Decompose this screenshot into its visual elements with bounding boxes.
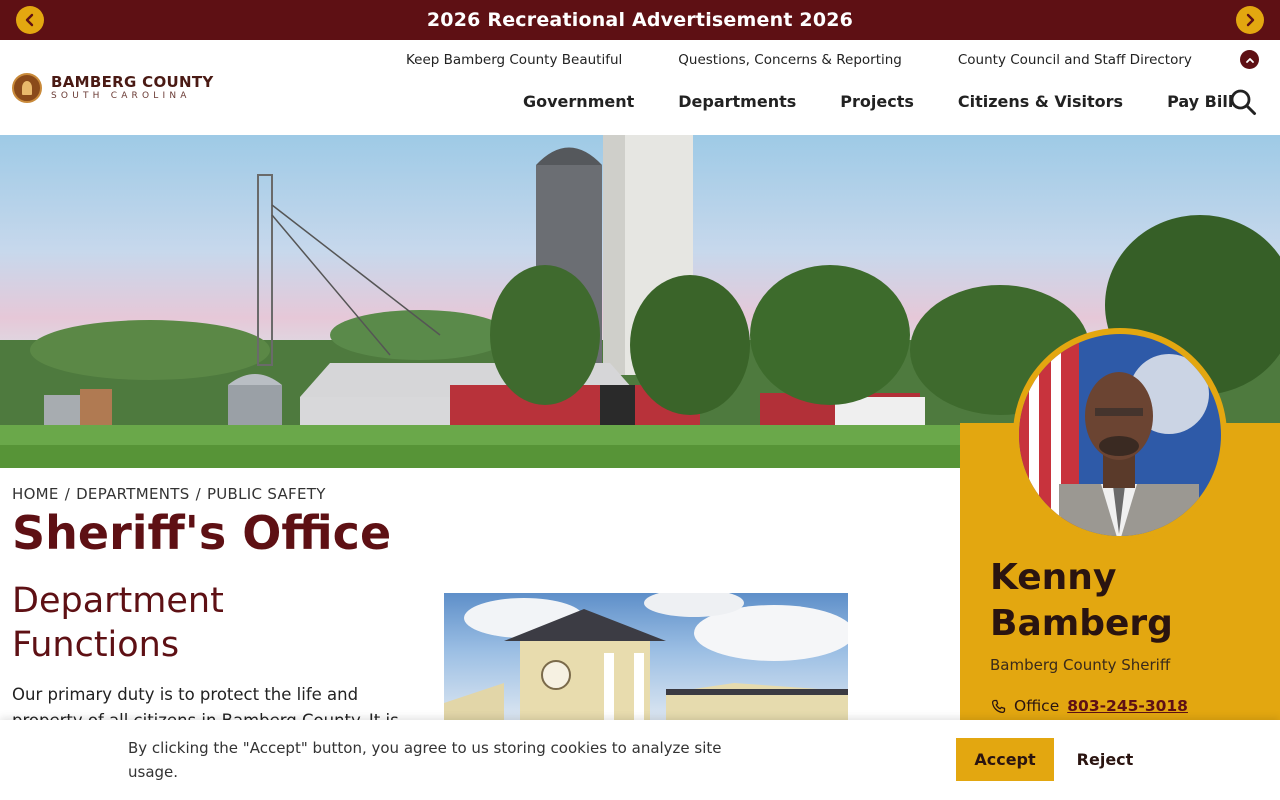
sheriff-portrait <box>1019 334 1221 536</box>
sheriff-role: Bamberg County Sheriff <box>990 656 1171 674</box>
reject-cookies-button[interactable]: Reject <box>1066 738 1144 781</box>
search-button[interactable] <box>1229 88 1257 116</box>
chevron-up-icon <box>1245 57 1254 63</box>
county-seal-icon <box>12 73 42 103</box>
phone-link[interactable]: 803-245-3018 <box>1067 697 1188 715</box>
utility-link-keep-beautiful[interactable]: Keep Bamberg County Beautiful <box>406 52 622 68</box>
cookie-text: By clicking the "Accept" button, you agr… <box>128 739 722 781</box>
section-heading: Department Functions <box>12 581 224 665</box>
alert-bar: 2026 Recreational Advertisement 2026 <box>0 0 1280 40</box>
chevron-left-icon <box>25 13 34 27</box>
breadcrumb-home[interactable]: HOME <box>12 485 59 503</box>
main-nav: Government Departments Projects Citizens… <box>523 92 1233 111</box>
logo-subtitle: SOUTH CAROLINA <box>51 91 191 101</box>
site-header: BAMBERG COUNTY SOUTH CAROLINA Keep Bambe… <box>0 40 1280 135</box>
logo-text: BAMBERG COUNTY SOUTH CAROLINA <box>51 75 214 101</box>
alert-prev-button[interactable] <box>16 6 44 34</box>
phone-label: Office <box>1014 697 1060 715</box>
utility-collapse-button[interactable] <box>1240 50 1259 69</box>
chevron-right-icon <box>1246 13 1255 27</box>
sheriff-building-photo <box>444 593 848 723</box>
nav-projects[interactable]: Projects <box>840 92 914 111</box>
page-title: Sheriff's Office <box>12 506 392 560</box>
utility-link-directory[interactable]: County Council and Staff Directory <box>958 52 1192 68</box>
nav-departments[interactable]: Departments <box>678 92 796 111</box>
utility-link-questions[interactable]: Questions, Concerns & Reporting <box>678 52 902 68</box>
alert-title[interactable]: 2026 Recreational Advertisement 2026 <box>427 9 853 31</box>
nav-pay-bill[interactable]: Pay Bill <box>1167 92 1233 111</box>
breadcrumb-separator: / <box>64 485 71 503</box>
accept-cookies-button[interactable]: Accept <box>956 738 1054 781</box>
phone-icon <box>991 699 1006 713</box>
breadcrumb-separator: / <box>195 485 201 503</box>
sheriff-name: Kenny Bamberg <box>990 557 1173 644</box>
sheriff-phone: Office 803-245-3018 <box>990 697 1188 715</box>
breadcrumb-departments[interactable]: DEPARTMENTS <box>76 485 190 503</box>
breadcrumb: HOME / DEPARTMENTS / PUBLIC SAFETY <box>12 485 326 503</box>
nav-government[interactable]: Government <box>523 92 634 111</box>
breadcrumb-public-safety[interactable]: PUBLIC SAFETY <box>207 485 326 503</box>
search-icon <box>1230 89 1256 115</box>
sheriff-photo <box>1013 328 1227 542</box>
building-illustration <box>444 593 848 723</box>
site-logo[interactable]: BAMBERG COUNTY SOUTH CAROLINA <box>12 73 214 103</box>
alert-next-button[interactable] <box>1236 6 1264 34</box>
logo-name: BAMBERG COUNTY <box>51 73 214 91</box>
utility-nav: Keep Bamberg County Beautiful Questions,… <box>406 52 1192 68</box>
cookie-consent-bar: By clicking the "Accept" button, you agr… <box>0 720 1280 800</box>
nav-citizens-visitors[interactable]: Citizens & Visitors <box>958 92 1123 111</box>
